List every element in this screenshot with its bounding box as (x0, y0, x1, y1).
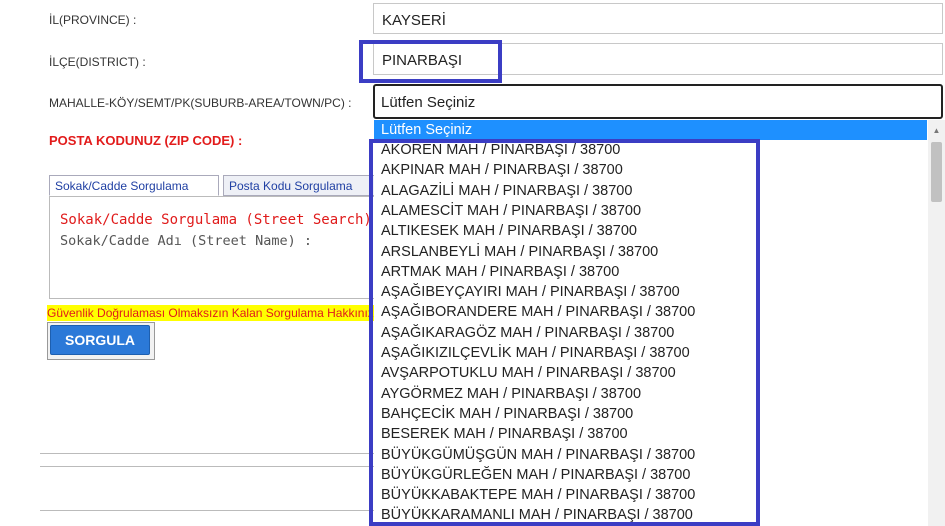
dropdown-option[interactable]: BESEREK MAH / PINARBAŞI / 38700 (374, 424, 927, 444)
dropdown-option-selected[interactable]: Lütfen Seçiniz (374, 120, 927, 140)
search-button[interactable]: SORGULA (50, 325, 150, 355)
street-search-panel: Sokak/Cadde Sorgulama (Street Search) So… (49, 196, 379, 299)
street-name-label: Sokak/Cadde Adı (Street Name) : (60, 233, 312, 249)
dropdown-option[interactable]: AŞAĞIBORANDERE MAH / PINARBAŞI / 38700 (374, 302, 927, 322)
dropdown-option[interactable]: BÜYÜKGÜMÜŞGÜN MAH / PINARBAŞI / 38700 (374, 445, 927, 465)
dropdown-option[interactable]: BAHÇECİK MAH / PINARBAŞI / 38700 (374, 404, 927, 424)
dropdown-option[interactable]: BÜYÜKKABAKTEPE MAH / PINARBAŞI / 38700 (374, 485, 927, 505)
dropdown-option[interactable]: AŞAĞIKIZILÇEVLİK MAH / PINARBAŞI / 38700 (374, 343, 927, 363)
security-warning: Güvenlik Doğrulaması Olmaksızın Kalan So… (47, 305, 377, 321)
divider (40, 453, 374, 454)
neighborhood-dropdown-list[interactable]: Lütfen Seçiniz AKÖREN MAH / PINARBAŞI / 3… (374, 120, 945, 526)
province-select[interactable]: KAYSERİ (373, 3, 943, 34)
scroll-up-icon[interactable]: ▲ (928, 122, 945, 139)
divider (40, 510, 374, 511)
dropdown-option[interactable]: AKÖREN MAH / PINARBAŞI / 38700 (374, 140, 927, 160)
dropdown-option[interactable]: ALTIKESEK MAH / PINARBAŞI / 38700 (374, 221, 927, 241)
neighborhood-label: MAHALLE-KÖY/SEMT/PK(SUBURB-AREA/TOWN/PC)… (49, 96, 352, 110)
district-select[interactable]: PINARBAŞI (373, 43, 943, 75)
dropdown-option[interactable]: ALAGAZİLİ MAH / PINARBAŞI / 38700 (374, 181, 927, 201)
search-button-frame: SORGULA (47, 322, 155, 360)
tab-street-search[interactable]: Sokak/Cadde Sorgulama (49, 175, 219, 196)
province-label: İL(PROVINCE) : (49, 13, 137, 27)
neighborhood-select[interactable]: Lütfen Seçiniz (373, 84, 943, 119)
dropdown-scrollbar[interactable]: ▲ (928, 120, 945, 526)
dropdown-option[interactable]: ARSLANBEYLİ MAH / PINARBAŞI / 38700 (374, 242, 927, 262)
divider (40, 466, 374, 467)
zip-code-label: POSTA KODUNUZ (ZIP CODE) : (49, 133, 243, 148)
scrollbar-thumb[interactable] (931, 142, 942, 202)
dropdown-option[interactable]: ARTMAK MAH / PINARBAŞI / 38700 (374, 262, 927, 282)
dropdown-option[interactable]: AYGÖRMEZ MAH / PINARBAŞI / 38700 (374, 384, 927, 404)
dropdown-option[interactable]: AŞAĞIBEYÇAYIRI MAH / PINARBAŞI / 38700 (374, 282, 927, 302)
dropdown-option[interactable]: AŞAĞIKARAGÖZ MAH / PINARBAŞI / 38700 (374, 323, 927, 343)
dropdown-option[interactable]: BÜYÜKKARAMANLI MAH / PINARBAŞI / 38700 (374, 505, 927, 525)
panel-title: Sokak/Cadde Sorgulama (Street Search) (60, 212, 372, 228)
dropdown-option[interactable]: AKPINAR MAH / PINARBAŞI / 38700 (374, 160, 927, 180)
dropdown-option[interactable]: BÜYÜKGÜRLEĞEN MAH / PINARBAŞI / 38700 (374, 465, 927, 485)
dropdown-option[interactable]: AVŞARPOTUKLU MAH / PINARBAŞI / 38700 (374, 363, 927, 383)
dropdown-option[interactable]: ALAMESCİT MAH / PINARBAŞI / 38700 (374, 201, 927, 221)
district-label: İLÇE(DISTRICT) : (49, 55, 146, 69)
